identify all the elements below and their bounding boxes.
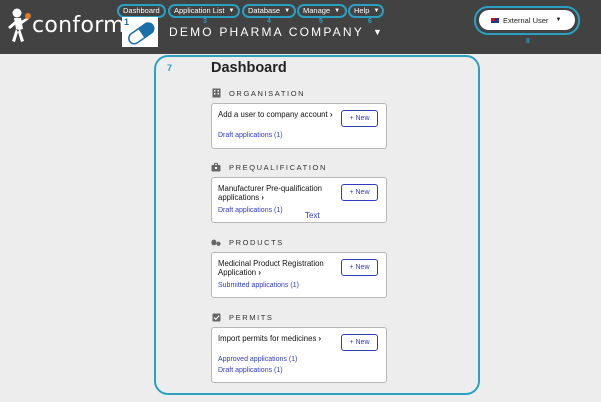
card-title-link[interactable]: Add a user to company account › <box>218 110 336 119</box>
company-logo: 1 <box>122 17 158 47</box>
nav-manage-label: Manage <box>303 6 331 15</box>
user-menu-label: External User <box>503 15 549 25</box>
nav-database[interactable]: Database ▼ <box>242 4 296 18</box>
annotation-number: 5 <box>319 18 323 25</box>
briefcase-icon <box>211 162 221 172</box>
nav-application-list-label: Application List <box>174 6 225 15</box>
new-application-button[interactable]: + New <box>341 259 378 276</box>
flag-icon <box>491 17 499 23</box>
annotation-number: 1 <box>124 17 130 27</box>
draft-applications-link[interactable]: Draft applications (1) <box>218 207 283 214</box>
section-organisation: ORGANISATION Add a user to company accou… <box>211 86 387 149</box>
chevron-down-icon: ▼ <box>373 8 380 14</box>
nav-manage[interactable]: Manage ▼ <box>297 4 347 18</box>
annotation-text: Text <box>305 211 320 220</box>
section-products: PRODUCTS Medicinal Product Registration … <box>211 235 387 298</box>
mascot-logo-icon <box>8 8 31 42</box>
chevron-right-icon: › <box>258 268 261 277</box>
section-permits: PERMITS Import permits for medicines › A… <box>211 310 387 383</box>
card-title-link[interactable]: Import permits for medicines › <box>218 334 336 343</box>
section-title: PREQUALIFICATION <box>229 162 327 172</box>
building-icon <box>211 88 221 98</box>
section-title: PERMITS <box>229 312 274 322</box>
section-prequalification: PREQUALIFICATION Manufacturer Pre-qualif… <box>211 160 387 223</box>
nav-help-label: Help <box>354 6 370 15</box>
nav-dashboard-label: Dashboard <box>123 6 160 15</box>
user-menu-button[interactable]: External User ▼ <box>479 10 575 30</box>
annotation-number: 3 <box>203 18 207 25</box>
new-application-button[interactable]: + New <box>341 184 378 201</box>
approved-applications-link[interactable]: Approved applications (1) <box>218 356 297 363</box>
annotation-number: 8 <box>526 38 530 45</box>
application-card: Add a user to company account › Draft ap… <box>211 103 387 149</box>
annotation-number: 4 <box>267 18 271 25</box>
chevron-down-icon: ▼ <box>334 8 341 14</box>
pills-icon <box>211 237 221 247</box>
submitted-applications-link[interactable]: Submitted applications (1) <box>218 282 299 289</box>
card-title-link[interactable]: Medicinal Product Registration Applicati… <box>218 259 336 277</box>
new-application-button[interactable]: + New <box>341 110 378 127</box>
chevron-down-icon: ▼ <box>228 8 235 14</box>
new-application-button[interactable]: + New <box>341 334 378 351</box>
nav-dashboard[interactable]: Dashboard <box>117 4 166 18</box>
annotation-number: 7 <box>167 63 173 73</box>
checkbox-icon <box>211 312 221 322</box>
chevron-right-icon: › <box>329 110 333 119</box>
annotation-number: 6 <box>368 18 372 25</box>
company-selector[interactable]: DEMO PHARMA COMPANY ▼ <box>169 25 384 39</box>
page-title: Dashboard <box>211 60 287 76</box>
nav-database-label: Database <box>248 6 281 15</box>
chevron-right-icon: › <box>261 193 264 202</box>
chevron-down-icon: ▼ <box>372 27 385 37</box>
nav-help[interactable]: Help ▼ <box>348 4 384 18</box>
chevron-down-icon: ▼ <box>555 17 562 23</box>
draft-applications-link[interactable]: Draft applications (1) <box>218 132 283 139</box>
card-title-link[interactable]: Manufacturer Pre-qualification applicati… <box>218 184 336 202</box>
application-card: Import permits for medicines › Approved … <box>211 327 387 383</box>
chevron-right-icon: › <box>318 334 322 343</box>
chevron-down-icon: ▼ <box>284 8 291 14</box>
section-title: ORGANISATION <box>229 88 306 98</box>
nav-application-list[interactable]: Application List ▼ <box>168 4 240 18</box>
application-card: Medicinal Product Registration Applicati… <box>211 252 387 298</box>
draft-applications-link[interactable]: Draft applications (1) <box>218 367 283 374</box>
application-card: Manufacturer Pre-qualification applicati… <box>211 177 387 223</box>
company-name: DEMO PHARMA COMPANY <box>169 25 364 39</box>
section-title: PRODUCTS <box>229 237 284 247</box>
